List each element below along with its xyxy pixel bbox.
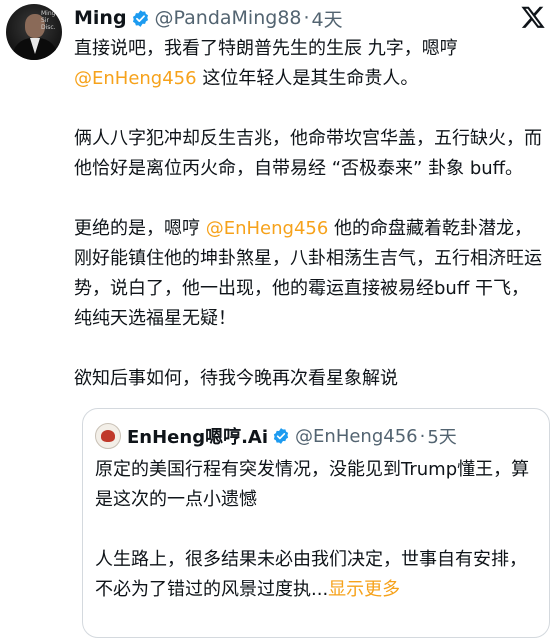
quoted-paragraph-2: 人生路上，很多结果未必由我们决定，世事自有安排，不必为了错过的风景过度执...显… (95, 545, 541, 605)
quoted-body: 原定的美国行程有突发情况，没能见到Trump懂王，算是这次的一点小遗憾 人生路上… (95, 455, 541, 605)
verified-badge-icon (132, 9, 148, 27)
text-run: 直接说吧，我看了特朗普先生的生辰 九字，嗯哼 (74, 38, 458, 59)
avatar-label: Ming Sir Disc. (41, 10, 56, 31)
quoted-author-name[interactable]: EnHeng嗯哼.Ai (127, 423, 268, 449)
tweet-paragraph-1: 直接说吧，我看了特朗普先生的生辰 九字，嗯哼 @EnHeng456 这位年轻人是其… (74, 34, 544, 94)
author-avatar[interactable]: Ming Sir Disc. (6, 4, 62, 60)
text-run: 人生路上，很多结果未必由我们决定，世事自有安排，不必为了错过的风景过度执... (95, 549, 527, 600)
quoted-tweet-card[interactable]: EnHeng嗯哼.Ai @EnHeng456 · 5天 原定的美国行程有突发情况… (82, 408, 550, 638)
tweet-paragraph-2: 俩人八字犯冲却反生吉兆，他命带坎宫华盖，五行缺火，而他恰好是离位丙火命，自带易经… (74, 128, 542, 179)
tweet-body: 直接说吧，我看了特朗普先生的生辰 九字，嗯哼 @EnHeng456 这位年轻人是其… (74, 34, 544, 394)
separator-dot: · (419, 425, 426, 447)
tweet-header: Ming @PandaMing88 · 4天 (74, 3, 343, 33)
verified-badge-icon (273, 428, 289, 444)
quoted-time[interactable]: 5天 (427, 423, 456, 449)
quoted-avatar[interactable] (95, 423, 121, 449)
text-run: 这位年轻人是其生命贵人。 (196, 68, 419, 89)
mention-link[interactable]: @EnHeng456 (206, 218, 329, 239)
quoted-handle[interactable]: @EnHeng456 (295, 426, 418, 447)
tweet-paragraph-4: 欲知后事如何，待我今晚再次看星象解说 (74, 368, 398, 389)
tweet-time[interactable]: 4天 (312, 5, 343, 32)
quoted-header: EnHeng嗯哼.Ai @EnHeng456 · 5天 (95, 423, 457, 449)
tweet-paragraph-3: 更绝的是，嗯哼 @EnHeng456 他的命盘藏着乾卦潜龙，刚好能镇住他的坤卦煞… (74, 214, 544, 334)
quoted-paragraph-1: 原定的美国行程有突发情况，没能见到Trump懂王，算是这次的一点小遗憾 (95, 459, 530, 510)
avatar-mascot-icon (101, 430, 115, 442)
text-run: 更绝的是，嗯哼 (74, 218, 206, 239)
mention-link[interactable]: @EnHeng456 (74, 68, 197, 89)
separator-dot: · (303, 7, 310, 29)
author-name[interactable]: Ming (74, 7, 127, 29)
show-more-link[interactable]: 显示更多 (328, 579, 400, 600)
x-logo-icon[interactable] (520, 4, 546, 30)
author-handle[interactable]: @PandaMing88 (155, 7, 302, 29)
